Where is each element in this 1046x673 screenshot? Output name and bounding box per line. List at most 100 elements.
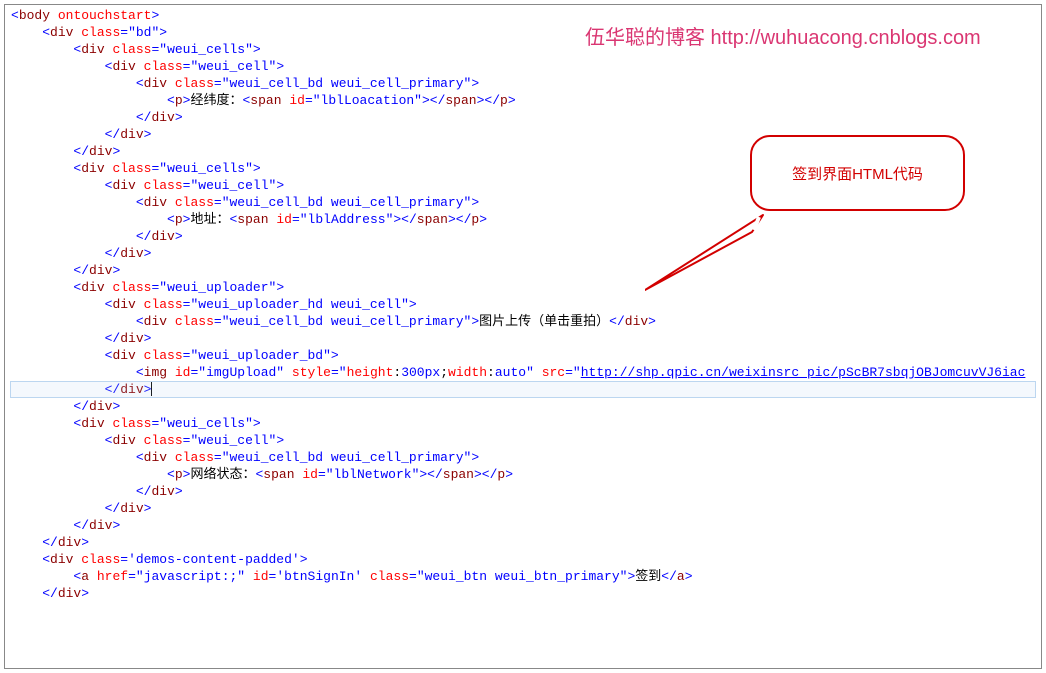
code-token: div (112, 59, 135, 74)
code-line[interactable]: <div class="weui_cell_bd weui_cell_prima… (11, 313, 1041, 330)
code-line[interactable]: <body ontouchstart> (11, 7, 1041, 24)
code-token: 图片上传（单击重拍） (479, 314, 609, 329)
code-token: < (136, 450, 144, 465)
code-line[interactable]: </div> (11, 381, 1041, 398)
code-line[interactable]: <div class="weui_cell"> (11, 432, 1041, 449)
code-token: = (128, 569, 136, 584)
code-token: span (250, 93, 281, 108)
code-line[interactable]: </div> (11, 500, 1041, 517)
code-token: > (471, 314, 479, 329)
code-token: > (175, 484, 183, 499)
code-token: </ (136, 229, 152, 244)
code-token: > (685, 569, 693, 584)
code-token: "weui_cells" (159, 416, 253, 431)
code-line[interactable]: <p>地址：<span id="lblAddress"></span></p> (11, 211, 1041, 228)
code-token: > (331, 348, 339, 363)
code-line[interactable]: </div> (11, 228, 1041, 245)
code-token: div (120, 501, 143, 516)
code-token (167, 76, 175, 91)
code-token: = (409, 569, 417, 584)
code-line[interactable]: </div> (11, 585, 1041, 602)
code-token (136, 297, 144, 312)
code-token (11, 331, 105, 346)
code-line[interactable]: <div class="weui_cell_bd weui_cell_prima… (11, 449, 1041, 466)
code-token: > (276, 433, 284, 448)
code-line[interactable]: <p>网络状态：<span id="lblNetwork"></span></p… (11, 466, 1041, 483)
code-line[interactable]: <p>经纬度：<span id="lblLoacation"></span></… (11, 92, 1041, 109)
code-token: "weui_cells" (159, 161, 253, 176)
code-line[interactable]: </div> (11, 534, 1041, 551)
code-token: div (144, 314, 167, 329)
code-token: > (471, 450, 479, 465)
code-token: class (175, 450, 214, 465)
code-line[interactable]: <div class='demos-content-padded'> (11, 551, 1041, 568)
code-line[interactable]: <a href="javascript:;" id='btnSignIn' cl… (11, 568, 1041, 585)
code-line[interactable]: <div class="weui_cells"> (11, 415, 1041, 432)
code-line[interactable]: <div class="weui_uploader_bd"> (11, 347, 1041, 364)
code-token: class (144, 59, 183, 74)
code-line[interactable]: <div class="bd"> (11, 24, 1041, 41)
code-token: : (487, 365, 495, 380)
code-line[interactable]: </div> (11, 398, 1041, 415)
code-line[interactable]: <div class="weui_cell"> (11, 58, 1041, 75)
code-line[interactable]: </div> (11, 262, 1041, 279)
code-token: class (370, 569, 409, 584)
code-token (136, 178, 144, 193)
code-token (11, 518, 73, 533)
code-token: > (479, 212, 487, 227)
code-token: div (625, 314, 648, 329)
code-token (11, 263, 73, 278)
code-line[interactable]: <div class="weui_cell_bd weui_cell_prima… (11, 75, 1041, 92)
code-token: </ (105, 127, 121, 142)
code-line[interactable]: </div> (11, 517, 1041, 534)
code-token: "weui_uploader_bd" (190, 348, 330, 363)
code-token: "bd" (128, 25, 159, 40)
code-token: > (144, 127, 152, 142)
code-token: div (89, 518, 112, 533)
code-token: < (136, 195, 144, 210)
code-line[interactable]: </div> (11, 330, 1041, 347)
code-token (11, 382, 105, 397)
code-token (11, 127, 105, 142)
code-token: div (120, 246, 143, 261)
code-token: > (471, 76, 479, 91)
code-token: < (136, 365, 144, 380)
code-token: > (276, 280, 284, 295)
code-token: class (144, 433, 183, 448)
code-token: = (120, 552, 128, 567)
code-token: body (19, 8, 50, 23)
code-token: a (81, 569, 89, 584)
code-token: id (276, 212, 292, 227)
code-token (11, 93, 167, 108)
code-token: span (263, 467, 294, 482)
annotation-callout: 签到界面HTML代码 (750, 135, 965, 211)
code-token (11, 467, 167, 482)
code-token: = (214, 76, 222, 91)
code-token: "weui_cells" (159, 42, 253, 57)
code-token: class (175, 76, 214, 91)
code-token: div (112, 433, 135, 448)
code-token: > (471, 195, 479, 210)
code-line[interactable]: <div class="weui_uploader_hd weui_cell"> (11, 296, 1041, 313)
code-token: div (89, 144, 112, 159)
code-line[interactable]: </div> (11, 245, 1041, 262)
code-token: </ (105, 246, 121, 261)
code-token: > (276, 59, 284, 74)
code-token: span (443, 467, 474, 482)
code-token (245, 569, 253, 584)
code-token: div (58, 535, 81, 550)
code-token: > (508, 93, 516, 108)
code-line[interactable]: </div> (11, 483, 1041, 500)
code-token: > (159, 25, 167, 40)
code-token: "weui_cell" (190, 178, 276, 193)
code-token (11, 501, 105, 516)
code-token (11, 586, 42, 601)
code-token: > (112, 144, 120, 159)
code-line[interactable]: <img id="imgUpload" style="height:300px;… (11, 364, 1041, 381)
code-token: a (677, 569, 685, 584)
code-line[interactable]: <div class="weui_uploader"> (11, 279, 1041, 296)
html-source-code[interactable]: <body ontouchstart> <div class="bd"> <di… (5, 7, 1041, 602)
code-line[interactable]: </div> (11, 109, 1041, 126)
code-line[interactable]: <div class="weui_cells"> (11, 41, 1041, 58)
code-token (11, 348, 105, 363)
